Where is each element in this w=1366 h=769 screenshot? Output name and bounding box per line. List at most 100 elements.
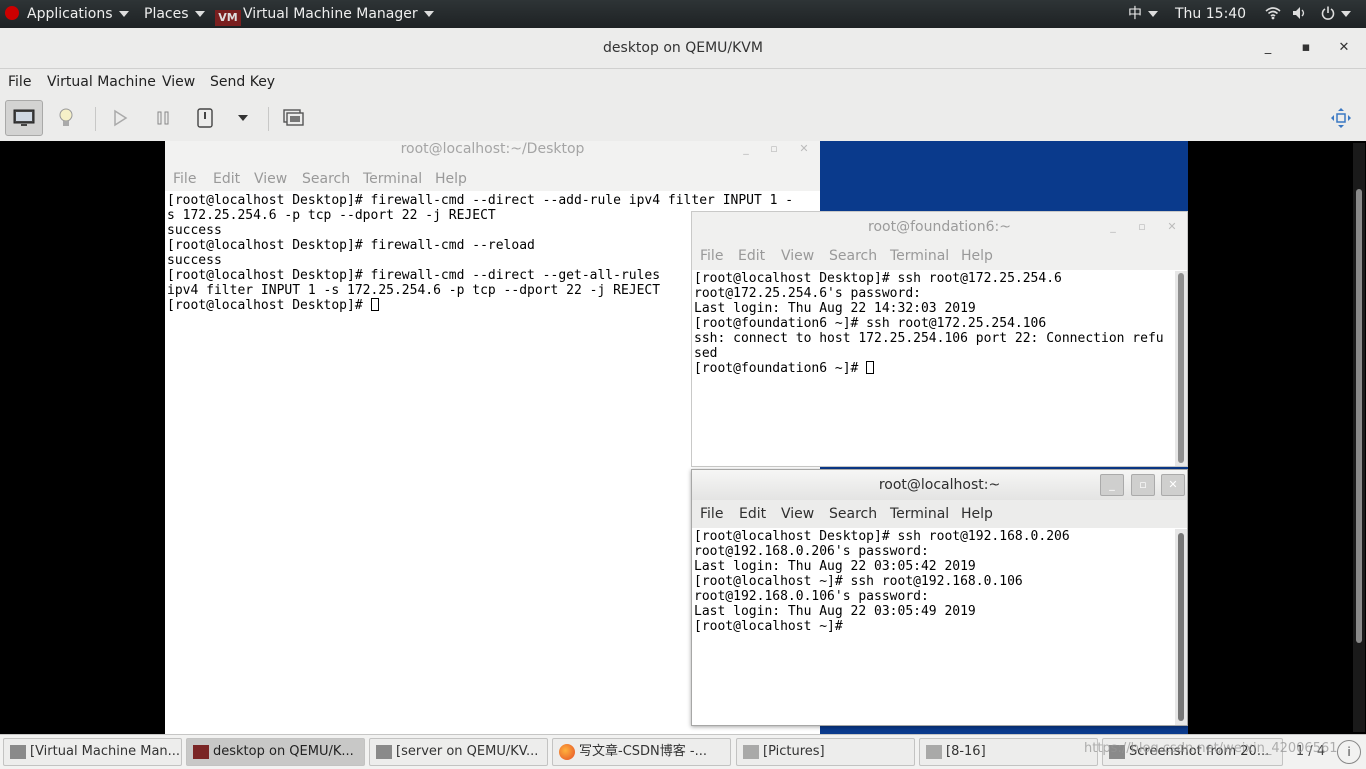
applications-menu[interactable]: Applications [5, 0, 129, 28]
menu-send-key[interactable]: Send Key [210, 69, 275, 95]
chevron-down-icon [1341, 11, 1351, 17]
terminal-titlebar: root@localhost:~ _ ▫ ✕ [692, 470, 1187, 500]
chevron-down-icon [423, 11, 434, 17]
maximize-button[interactable]: ▫ [1131, 474, 1155, 496]
shutdown-menu-button[interactable] [224, 100, 262, 136]
input-method-indicator[interactable]: 中 [1128, 0, 1158, 28]
details-view-button[interactable] [47, 100, 85, 136]
menu-terminal[interactable]: Terminal [363, 171, 422, 187]
maximize-button[interactable]: ▫ [763, 141, 785, 159]
play-icon [114, 109, 128, 127]
terminal-line: Last login: Thu Aug 22 03:05:49 2019 [694, 604, 976, 619]
volume-icon[interactable] [1292, 0, 1308, 28]
menu-help[interactable]: Help [435, 171, 467, 187]
chevron-down-icon [238, 115, 248, 121]
scrollbar-thumb[interactable] [1178, 533, 1184, 721]
text-cursor [370, 298, 379, 311]
close-button[interactable]: ✕ [1334, 38, 1354, 58]
pause-button[interactable] [144, 100, 182, 136]
menu-view[interactable]: View [781, 242, 814, 270]
task-server-qemu[interactable]: [server on QEMU/KV... [369, 738, 548, 766]
scrollbar[interactable] [1175, 271, 1187, 466]
menu-edit[interactable]: Edit [739, 500, 766, 528]
menu-file[interactable]: File [8, 69, 31, 95]
terminal-titlebar: root@foundation6:~ _ ▫ ✕ [692, 212, 1187, 242]
terminal-window-foundation[interactable]: root@foundation6:~ _ ▫ ✕ File Edit View … [691, 211, 1188, 467]
menu-terminal[interactable]: Terminal [890, 242, 949, 270]
terminal-window-localhost[interactable]: root@localhost:~ _ ▫ ✕ File Edit View Se… [691, 469, 1188, 726]
menu-terminal[interactable]: Terminal [890, 500, 949, 528]
menu-search[interactable]: Search [829, 500, 877, 528]
task-pictures[interactable]: [Pictures] [736, 738, 915, 766]
terminal-line: [root@localhost ~]# [694, 619, 851, 634]
terminal-line: root@192.168.0.106's password: [694, 589, 929, 604]
chevron-down-icon [194, 11, 205, 17]
terminal-menubar: File Edit View Search Terminal Help [692, 500, 1187, 528]
chevron-down-icon [118, 11, 129, 17]
menu-file[interactable]: File [173, 171, 196, 187]
menu-search[interactable]: Search [302, 171, 350, 187]
vmm-toolbar [0, 95, 1366, 142]
viewer-scrollbar-thumb[interactable] [1356, 189, 1362, 643]
terminal-line: Last login: Thu Aug 22 03:05:42 2019 [694, 559, 976, 574]
task-firefox-csdn[interactable]: 写文章-CSDN博客 -... [552, 738, 731, 766]
places-menu[interactable]: Places [144, 0, 205, 28]
terminal-line: [root@foundation6 ~]# [694, 361, 867, 376]
terminal-menubar: File Edit View Search Terminal Help [692, 242, 1187, 270]
power-switch-icon [197, 108, 213, 128]
maximize-button[interactable]: ▪ [1296, 38, 1316, 58]
message-tray-icon[interactable]: i [1337, 740, 1361, 764]
terminal-line: [root@localhost Desktop]# ssh root@172.2… [694, 271, 1062, 286]
close-button[interactable]: ✕ [1161, 217, 1183, 237]
terminal-line: ssh: connect to host 172.25.254.106 port… [694, 331, 1164, 346]
task-8-16[interactable]: [8-16] [919, 738, 1098, 766]
terminal-title: root@localhost:~/Desktop [400, 141, 585, 157]
power-icon[interactable] [1321, 0, 1351, 28]
menu-edit[interactable]: Edit [213, 171, 240, 187]
menu-file[interactable]: File [700, 500, 723, 528]
maximize-button[interactable]: ▫ [1131, 217, 1153, 237]
folder-icon [743, 745, 759, 759]
menu-search[interactable]: Search [829, 242, 877, 270]
task-virtual-machine-manager[interactable]: [Virtual Machine Man... [3, 738, 182, 766]
close-button[interactable]: ✕ [793, 141, 815, 159]
terminal-line: root@172.25.254.6's password: [694, 286, 921, 301]
fullscreen-button[interactable] [1322, 100, 1360, 136]
menu-virtual-machine[interactable]: Virtual Machine [47, 69, 156, 95]
close-button[interactable]: ✕ [1161, 474, 1185, 496]
minimize-button[interactable]: _ [1100, 474, 1124, 496]
guest-display[interactable]: root@localhost:~/Desktop _ ▫ ✕ File Edit… [0, 141, 1366, 734]
snapshots-button[interactable] [274, 100, 312, 136]
terminal-line: success [167, 253, 222, 268]
terminal-output[interactable]: [root@localhost Desktop]# ssh root@172.2… [694, 271, 1164, 376]
menu-view[interactable]: View [162, 69, 195, 95]
menu-edit[interactable]: Edit [738, 242, 765, 270]
menu-file[interactable]: File [700, 242, 723, 270]
terminal-line: [root@localhost Desktop]# firewall-cmd -… [167, 238, 535, 253]
snapshots-icon [283, 109, 304, 126]
menu-help[interactable]: Help [961, 500, 993, 528]
terminal-line: [root@localhost Desktop]# firewall-cmd -… [167, 268, 661, 283]
minimize-button[interactable]: _ [735, 141, 757, 159]
minimize-button[interactable]: _ [1102, 217, 1124, 237]
menu-help[interactable]: Help [961, 242, 993, 270]
shutdown-button[interactable] [186, 100, 224, 136]
app-menu[interactable]: VM Virtual Machine Manager [215, 0, 434, 28]
terminal-line: sed [694, 346, 718, 361]
terminal-output[interactable]: [root@localhost Desktop]# ssh root@192.1… [694, 529, 1070, 634]
redhat-icon [5, 6, 19, 20]
scrollbar[interactable] [1175, 529, 1187, 725]
task-desktop-qemu[interactable]: desktop on QEMU/K... [186, 738, 365, 766]
minimize-button[interactable]: _ [1258, 38, 1278, 58]
wifi-icon[interactable] [1265, 0, 1281, 28]
terminal-line: [root@localhost Desktop]# ssh root@192.1… [694, 529, 1070, 544]
scrollbar-thumb[interactable] [1178, 273, 1184, 463]
run-button[interactable] [101, 100, 139, 136]
clock[interactable]: Thu 15:40 [1175, 0, 1246, 28]
viewer-scrollbar[interactable] [1353, 143, 1365, 732]
terminal-line: [root@localhost ~]# ssh root@192.168.0.1… [694, 574, 1023, 589]
console-view-button[interactable] [5, 100, 43, 136]
menu-view[interactable]: View [254, 171, 287, 187]
terminal-menubar: File Edit View Search Terminal Help [165, 171, 820, 191]
menu-view[interactable]: View [781, 500, 814, 528]
